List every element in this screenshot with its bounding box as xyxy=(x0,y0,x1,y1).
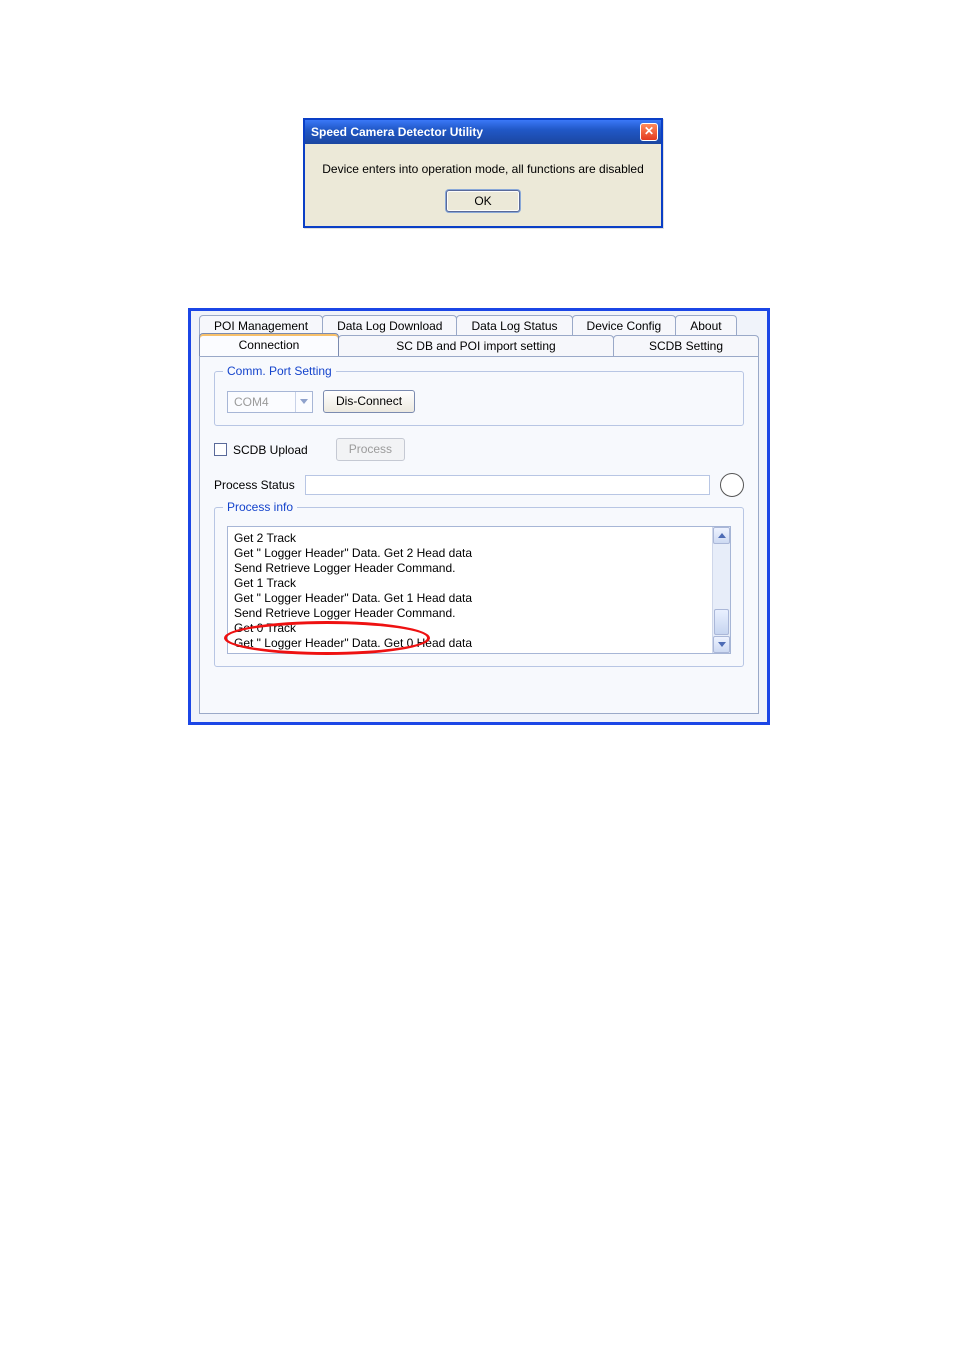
message-dialog-title: Speed Camera Detector Utility xyxy=(311,125,483,139)
tab-panel-connection: Comm. Port Setting COM4 Dis-Connect SCDB… xyxy=(199,356,759,714)
message-dialog-body: Device enters into operation mode, all f… xyxy=(305,144,661,226)
comm-port-group: Comm. Port Setting COM4 Dis-Connect xyxy=(214,371,744,426)
tab-data-log-status[interactable]: Data Log Status xyxy=(456,315,572,336)
process-info-group: Process info Get 2 Track Get " Logger He… xyxy=(214,507,744,667)
process-info-text: Get 2 Track Get " Logger Header" Data. G… xyxy=(228,527,712,653)
close-icon[interactable]: ✕ xyxy=(640,123,658,141)
tab-scdb-setting[interactable]: SCDB Setting xyxy=(613,335,759,356)
tab-strip: POI ManagementData Log DownloadData Log … xyxy=(199,315,759,357)
main-window: POI ManagementData Log DownloadData Log … xyxy=(188,308,770,725)
tab-about[interactable]: About xyxy=(675,315,736,336)
process-status-bar xyxy=(305,475,710,495)
scdb-upload-label: SCDB Upload xyxy=(233,443,308,457)
ok-button[interactable]: OK xyxy=(446,190,520,212)
com-port-value: COM4 xyxy=(228,395,295,409)
tab-device-config[interactable]: Device Config xyxy=(572,315,677,336)
process-info-legend: Process info xyxy=(223,500,297,514)
message-dialog-text: Device enters into operation mode, all f… xyxy=(319,162,647,176)
disconnect-button[interactable]: Dis-Connect xyxy=(323,390,415,413)
message-dialog-titlebar[interactable]: Speed Camera Detector Utility ✕ xyxy=(305,120,661,144)
scdb-upload-checkbox[interactable] xyxy=(214,443,227,456)
comm-port-legend: Comm. Port Setting xyxy=(223,364,336,378)
process-status-label: Process Status xyxy=(214,478,295,492)
scroll-track[interactable] xyxy=(713,544,730,636)
scroll-down-icon[interactable] xyxy=(713,636,730,653)
com-port-select[interactable]: COM4 xyxy=(227,391,313,413)
chevron-down-icon[interactable] xyxy=(295,392,312,412)
tab-sc-db-and-poi-import-setting[interactable]: SC DB and POI import setting xyxy=(338,335,614,356)
tab-connection[interactable]: Connection xyxy=(199,333,339,356)
process-button[interactable]: Process xyxy=(336,438,405,461)
scroll-thumb[interactable] xyxy=(714,609,729,635)
tab-data-log-download[interactable]: Data Log Download xyxy=(322,315,457,336)
process-info-textarea[interactable]: Get 2 Track Get " Logger Header" Data. G… xyxy=(227,526,731,654)
scrollbar[interactable] xyxy=(712,527,730,653)
scroll-up-icon[interactable] xyxy=(713,527,730,544)
message-dialog: Speed Camera Detector Utility ✕ Device e… xyxy=(303,118,663,228)
status-indicator xyxy=(720,473,744,497)
